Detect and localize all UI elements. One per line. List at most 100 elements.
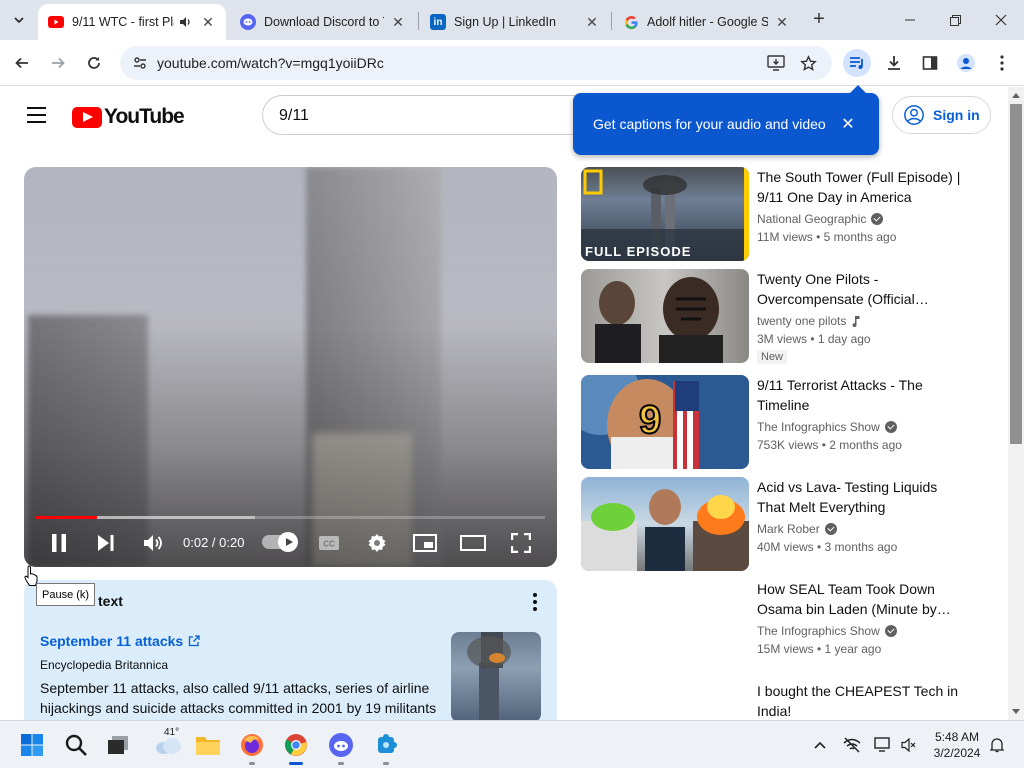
downloads-button[interactable]	[880, 49, 908, 77]
recommendation-item[interactable]: Twenty One Pilots - Overcompensate (Offi…	[581, 269, 1001, 364]
fullscreen-icon	[511, 533, 531, 553]
video-player[interactable]: 0:02 / 0:20 CC	[24, 167, 557, 567]
display-icon[interactable]	[873, 735, 893, 755]
recommendation-item[interactable]: Acid vs Lava- Testing Liquids That Melt …	[581, 477, 1001, 571]
minimize-button[interactable]	[895, 6, 925, 34]
show-hidden-icons-button[interactable]	[810, 735, 830, 755]
verified-badge-icon	[884, 625, 897, 637]
recommendation-meta: 753K views • 2 months ago	[757, 438, 902, 452]
theater-mode-button[interactable]	[458, 529, 488, 557]
page-scrollbar[interactable]	[1008, 87, 1024, 720]
system-clock[interactable]: 5:48 AM 3/2/2024	[926, 729, 988, 761]
sign-in-button[interactable]: Sign in	[892, 96, 991, 134]
chrome-button[interactable]	[280, 729, 312, 765]
install-app-icon[interactable]	[764, 51, 788, 75]
tab-youtube[interactable]: 9/11 WTC - first Pla ✕	[38, 4, 226, 40]
more-options-icon[interactable]	[527, 592, 543, 612]
close-window-button[interactable]	[986, 6, 1016, 34]
recommendation-channel[interactable]: Mark Rober	[757, 522, 837, 536]
app-button[interactable]	[370, 729, 402, 765]
recommendation-meta: 11M views • 5 months ago	[757, 230, 897, 244]
recommendation-thumbnail[interactable]	[581, 477, 749, 571]
speaker-icon[interactable]	[178, 14, 194, 30]
scrollbar-thumb[interactable]	[1010, 104, 1022, 444]
address-bar[interactable]: youtube.com/watch?v=mgq1yoiiDRc	[120, 46, 832, 80]
scroll-up-icon[interactable]	[1012, 93, 1020, 98]
scroll-down-icon[interactable]	[1012, 709, 1020, 714]
channel-name: Mark Rober	[757, 522, 820, 536]
recommendation-title[interactable]: Acid vs Lava- Testing Liquids That Melt …	[757, 477, 967, 517]
task-view-button[interactable]	[102, 729, 134, 761]
side-panel-button[interactable]	[916, 49, 944, 77]
bookmark-star-icon[interactable]	[796, 51, 820, 75]
chrome-menu-button[interactable]	[988, 49, 1016, 77]
profile-button[interactable]	[952, 49, 980, 77]
external-link-icon	[189, 635, 200, 647]
recommendation-thumbnail[interactable]: 9	[581, 375, 749, 469]
fullscreen-button[interactable]	[506, 529, 536, 557]
start-button[interactable]	[16, 729, 48, 761]
closed-captions-icon: CC	[319, 536, 339, 550]
search-input[interactable]: 9/11	[262, 95, 602, 135]
recommendation-item[interactable]: How SEAL Team Took Down Osama bin Laden …	[581, 579, 1001, 673]
network-status-icon[interactable]	[842, 735, 862, 755]
miniplayer-button[interactable]	[410, 529, 440, 557]
tab-discord[interactable]: Download Discord to T ✕	[230, 4, 416, 40]
weather-widget[interactable]: 41°	[148, 727, 188, 761]
site-settings-icon[interactable]	[128, 51, 152, 75]
context-link[interactable]: September 11 attacks	[40, 633, 200, 649]
recommendation-item[interactable]: FULL EPISODE The South Tower (Full Episo…	[581, 167, 1001, 261]
firefox-button[interactable]	[236, 729, 268, 765]
captions-promo-popup: Get captions for your audio and video ✕	[573, 85, 879, 155]
discord-icon	[329, 733, 353, 757]
recommendation-item[interactable]: 9 9/11 Terrorist Attacks - The Timeline …	[581, 375, 1001, 469]
file-explorer-button[interactable]	[192, 729, 224, 761]
recommendation-title[interactable]: 9/11 Terrorist Attacks - The Timeline	[757, 375, 967, 415]
tab-search-button[interactable]	[6, 7, 32, 33]
recommendation-channel[interactable]: National Geographic	[757, 212, 884, 226]
youtube-logo[interactable]: YouTube	[72, 105, 185, 129]
forward-button[interactable]	[44, 49, 72, 77]
close-tab-icon[interactable]: ✕	[390, 14, 406, 30]
recommendation-thumbnail[interactable]	[581, 579, 749, 673]
recommendation-thumbnail[interactable]	[581, 269, 749, 363]
recommendation-title[interactable]: I bought the CHEAPEST Tech in India!	[757, 681, 967, 721]
subtitles-button[interactable]: CC	[314, 529, 344, 557]
recommendation-channel[interactable]: The Infographics Show	[757, 624, 897, 638]
close-icon[interactable]: ✕	[839, 115, 857, 133]
pause-button[interactable]	[44, 529, 74, 557]
weather-temp: 41°	[164, 727, 180, 738]
autoplay-play-icon	[278, 532, 298, 552]
next-button[interactable]	[91, 529, 121, 557]
recommendation-channel[interactable]: twenty one pilots	[757, 314, 861, 328]
new-tab-button[interactable]: +	[808, 8, 830, 30]
pause-tooltip: Pause (k)	[36, 583, 96, 606]
recommendation-title[interactable]: The South Tower (Full Episode) | 9/11 On…	[757, 167, 967, 207]
settings-button[interactable]	[362, 529, 392, 557]
recommendation-item[interactable]: I bought the CHEAPEST Tech in India!	[581, 681, 1001, 721]
search-button[interactable]	[60, 729, 92, 761]
autoplay-toggle[interactable]	[262, 532, 298, 552]
context-thumbnail[interactable]	[451, 632, 541, 722]
volume-muted-icon[interactable]	[899, 735, 919, 755]
media-controls-button[interactable]	[843, 49, 871, 77]
tab-google[interactable]: Adolf hitler - Google S ✕	[613, 4, 800, 40]
progress-bar[interactable]	[36, 516, 545, 519]
notifications-bell-icon[interactable]	[987, 735, 1007, 755]
tab-linkedin[interactable]: in Sign Up | LinkedIn ✕	[420, 4, 610, 40]
recommendation-title[interactable]: Twenty One Pilots - Overcompensate (Offi…	[757, 269, 967, 309]
thumbnail-label: FULL EPISODE	[585, 244, 692, 259]
reload-button[interactable]	[80, 49, 108, 77]
restore-button[interactable]	[940, 6, 970, 34]
recommendation-channel[interactable]: The Infographics Show	[757, 420, 897, 434]
recommendation-thumbnail[interactable]: FULL EPISODE	[581, 167, 749, 261]
guide-menu-icon[interactable]	[22, 101, 50, 129]
close-tab-icon[interactable]: ✕	[774, 14, 790, 30]
close-tab-icon[interactable]: ✕	[584, 14, 600, 30]
mute-button[interactable]	[138, 529, 168, 557]
close-tab-icon[interactable]: ✕	[200, 14, 216, 30]
recommendation-title[interactable]: How SEAL Team Took Down Osama bin Laden …	[757, 579, 967, 619]
back-button[interactable]	[8, 49, 36, 77]
task-view-icon	[108, 736, 128, 754]
discord-button[interactable]	[325, 729, 357, 765]
